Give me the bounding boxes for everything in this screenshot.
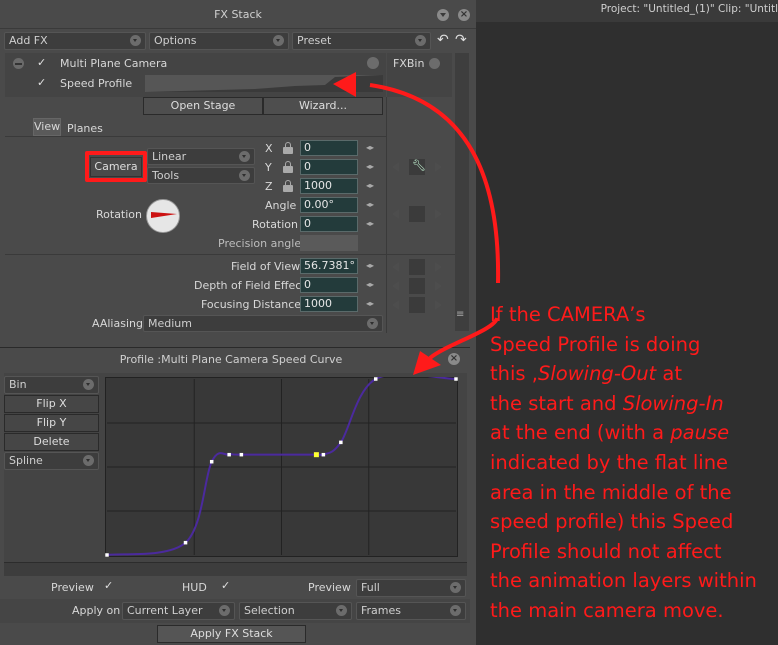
annotation-line: at the end (with a pause: [490, 421, 730, 445]
annotation-line: area in the middle of the: [490, 480, 732, 504]
annotation-line: If the CAMERA’s: [490, 303, 646, 326]
annotation-line: the start and Slowing-In: [490, 391, 724, 415]
annotation-line: speed profile) this Speed: [490, 510, 734, 534]
annotation-line: Profile should not affect: [490, 539, 722, 563]
annotation-line: indicated by the flat line: [490, 450, 729, 474]
annotation-text: If the CAMERA’s Speed Profile is doing t…: [490, 300, 778, 626]
annotation-line: this ,Slowing-Out at: [490, 362, 682, 386]
annotation-line: Speed Profile is doing: [490, 332, 701, 356]
annotation-line: the animation layers within: [490, 569, 757, 593]
annotation-line: the main camera move.: [490, 598, 724, 622]
